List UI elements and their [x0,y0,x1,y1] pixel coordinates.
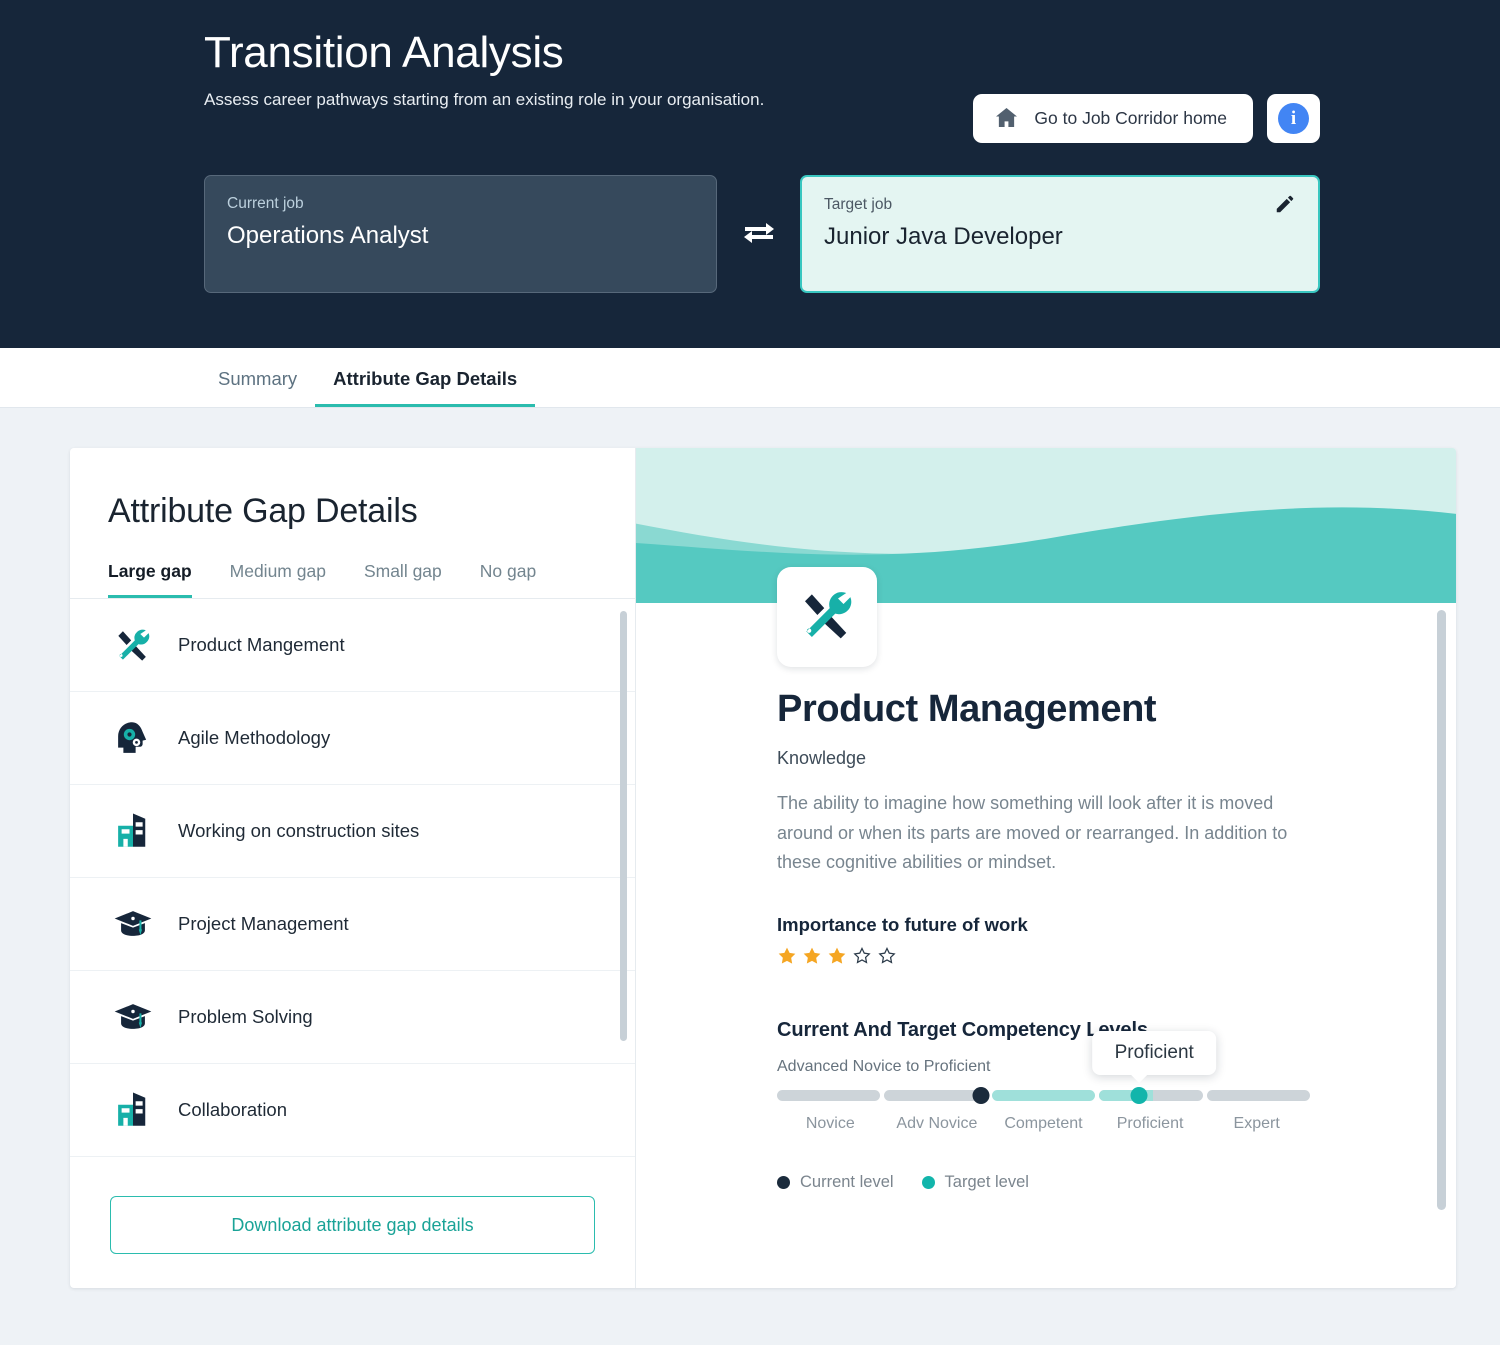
tick-label: Novice [805,1115,855,1133]
detail-hero-banner [636,448,1456,603]
list-item-label: Agile Methodology [178,727,331,748]
detail-description: The ability to imagine how something wil… [777,793,1288,873]
avatar [777,567,877,667]
importance-rating [777,946,1456,971]
competency-segment-expert [1206,1090,1311,1102]
attribute-list-panel: Attribute Gap Details Large gap Medium g… [70,448,636,1288]
content-card: Attribute Gap Details Large gap Medium g… [70,448,1456,1288]
list-item[interactable]: Agile Methodology [70,692,635,785]
importance-label: Importance to future of work [777,914,1028,936]
graduation-cap-icon [110,994,156,1040]
detail-title: Product Management [777,688,1157,730]
head-gears-icon [110,715,156,761]
competency-tick-labels: Novice Adv Novice Competent Proficient E… [777,1115,1310,1133]
target-level-marker[interactable] [1130,1087,1148,1105]
star-icon-filled [802,946,822,971]
target-job-value: Junior Java Developer [824,223,1063,250]
info-button[interactable]: i [1267,94,1320,143]
gap-tab-large-gap[interactable]: Large gap [108,561,192,598]
hammer-wrench-icon [110,622,156,668]
home-button-label: Go to Job Corridor home [1034,108,1227,128]
list-item-label: Project Management [178,913,349,934]
attribute-list-scrollbar[interactable] [620,611,627,1041]
list-item-label: Problem Solving [178,1006,313,1027]
legend-dot-icon [921,1176,935,1190]
list-item[interactable]: Working on construction sites [70,785,635,878]
swap-arrows-icon [742,218,776,251]
current-job-card[interactable]: Current job Operations Analyst [204,175,717,293]
current-level-marker[interactable] [972,1087,990,1105]
list-item[interactable]: Project Management [70,878,635,971]
competency-segment-competent [991,1090,1096,1102]
swap-jobs-button[interactable] [717,175,800,293]
info-icon: i [1278,103,1309,134]
competency-slider[interactable]: Proficient [777,1031,1311,1105]
legend-label: Target level [944,1173,1029,1192]
list-item-label: Working on construction sites [178,820,420,841]
page-title: Transition Analysis [204,28,564,77]
attribute-gap-details-heading: Attribute Gap Details [108,492,418,530]
tick-label: Adv Novice [896,1115,978,1133]
list-item[interactable]: Problem Solving [70,971,635,1064]
attribute-list: Product Mangement Agile Methodology Work… [70,599,635,1174]
target-job-card[interactable]: Target job Junior Java Developer [800,175,1320,293]
buildings-icon [110,1087,156,1133]
competency-tooltip: Proficient [1092,1031,1216,1076]
page-header: Transition Analysis Assess career pathwa… [0,0,1500,348]
star-icon-empty [877,946,897,971]
gap-filter-tabs: Large gap Medium gap Small gap No gap [70,561,635,599]
detail-panel-scrollbar[interactable] [1437,610,1446,1210]
download-attribute-gap-details-button[interactable]: Download attribute gap details [110,1196,595,1254]
competency-segment-proficient [1099,1090,1203,1102]
list-item-label: Product Mangement [178,634,345,655]
buildings-icon [110,808,156,854]
home-icon [995,107,1018,131]
legend-item-target-level: Target level [921,1173,1029,1192]
job-selector-row: Current job Operations Analyst Target jo… [204,175,1320,293]
gap-tab-small-gap[interactable]: Small gap [364,561,442,598]
detail-body: Product Management Knowledge The ability… [636,603,1456,1192]
tick-label: Expert [1233,1115,1280,1133]
target-job-label: Target job [824,196,893,213]
list-item[interactable]: Product Mangement [70,599,635,692]
current-job-label: Current job [227,195,304,212]
main-tabbar: Summary Attribute Gap Details [0,348,1500,408]
star-icon-filled [827,946,847,971]
detail-type: Knowledge [777,748,867,768]
graduation-cap-icon [110,901,156,947]
competency-segment-novice [777,1090,881,1102]
tick-label: Proficient [1116,1115,1184,1133]
pencil-icon[interactable] [1274,193,1296,220]
list-item[interactable]: Collaboration [70,1064,635,1157]
attribute-detail-panel: Product Management Knowledge The ability… [636,448,1456,1288]
legend-dot-icon [777,1176,790,1190]
tab-summary[interactable]: Summary [200,368,315,407]
main-content: Attribute Gap Details Large gap Medium g… [0,408,1500,1313]
legend-label: Current level [800,1173,894,1192]
tab-attribute-gap-details[interactable]: Attribute Gap Details [315,368,536,407]
legend-item-current-level: Current level [777,1173,894,1192]
list-item-label: Collaboration [178,1099,288,1120]
star-icon-empty [852,946,872,971]
header-actions: Go to Job Corridor home i [973,94,1320,143]
go-to-job-corridor-home-button[interactable]: Go to Job Corridor home [973,94,1253,143]
hammer-wrench-icon [794,582,860,653]
gap-tab-medium-gap[interactable]: Medium gap [230,561,326,598]
download-area: Download attribute gap details [70,1174,635,1288]
gap-tab-no-gap[interactable]: No gap [480,561,536,598]
competency-track [777,1090,1311,1102]
tick-label: Competent [1004,1115,1083,1133]
competency-legend: Current level Target level [777,1173,1456,1192]
current-job-value: Operations Analyst [227,222,429,249]
star-icon-filled [777,946,797,971]
hero-wave-graphic [636,448,1456,603]
